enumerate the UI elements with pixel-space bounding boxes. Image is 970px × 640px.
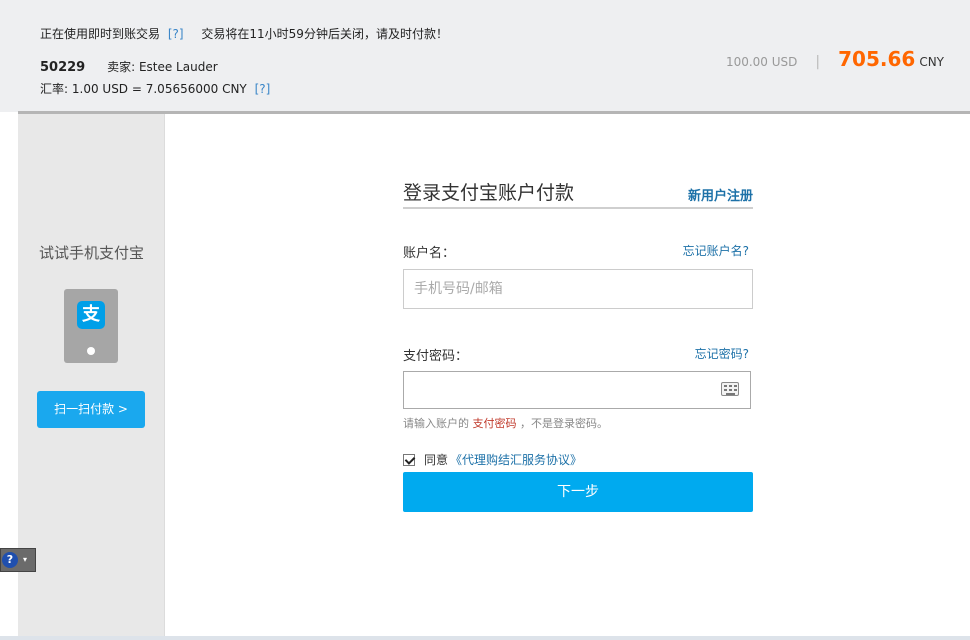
- hint-suffix: ，不是登录密码。: [520, 417, 608, 430]
- trade-info-line: 正在使用即时到账交易 [?] 交易将在11小时59分钟后关闭，请及时付款！: [40, 25, 448, 42]
- title-underline: [403, 207, 753, 209]
- password-hint: 请输入账户的 支付密码 ，不是登录密码。: [403, 415, 608, 431]
- forgot-account-link[interactable]: 忘记账户名?: [683, 242, 749, 259]
- rate-label: 汇率:: [40, 82, 69, 96]
- hint-prefix: 请输入账户的: [403, 417, 469, 430]
- seller-name: Estee Lauder: [138, 60, 218, 74]
- keyboard-icon[interactable]: [721, 382, 739, 396]
- chevron-down-icon[interactable]: ▾: [23, 556, 27, 564]
- order-info-line: 50229 卖家: Estee Lauder: [40, 58, 218, 75]
- mobile-pay-panel: 试试手机支付宝 支 扫一扫付款 >: [18, 114, 165, 636]
- next-step-button[interactable]: 下一步: [403, 472, 753, 512]
- register-link[interactable]: 新用户注册: [688, 185, 753, 204]
- trade-type-text: 正在使用即时到账交易: [40, 27, 161, 41]
- rate-help-link[interactable]: [?]: [255, 82, 271, 96]
- forgot-password-link[interactable]: 忘记密码?: [695, 345, 749, 362]
- amount-usd: 100.00 USD: [725, 55, 798, 69]
- exchange-rate-line: 汇率: 1.00 USD = 7.05656000 CNY [?]: [40, 80, 270, 97]
- help-widget[interactable]: ? ▾: [0, 548, 36, 572]
- bottom-strip: [0, 636, 970, 640]
- mobile-pay-title: 试试手机支付宝: [38, 244, 144, 262]
- amount-cny: 705.66: [838, 47, 916, 71]
- password-input[interactable]: [403, 371, 751, 409]
- amount-cny-unit: CNY: [919, 55, 944, 69]
- order-header: 正在使用即时到账交易 [?] 交易将在11小时59分钟后关闭，请及时付款！ 50…: [0, 0, 970, 112]
- seller-label: 卖家:: [107, 60, 136, 74]
- help-question-icon[interactable]: ?: [2, 552, 18, 568]
- account-label: 账户名：: [403, 246, 456, 261]
- phone-home-dot: [87, 347, 95, 355]
- scan-pay-button[interactable]: 扫一扫付款 >: [37, 391, 145, 428]
- order-number: 50229: [40, 60, 86, 75]
- login-title: 登录支付宝账户付款: [403, 182, 575, 204]
- phone-icon: 支: [64, 289, 118, 363]
- hint-highlight: 支付密码: [472, 417, 517, 430]
- amount-separator: |: [815, 54, 821, 70]
- agreement-row: 同意 《代理购结汇服务协议》: [403, 451, 582, 468]
- trade-help-link[interactable]: [?]: [168, 27, 184, 41]
- alipay-logo-icon: 支: [77, 301, 105, 329]
- close-notice-text: 交易将在11小时59分钟后关闭，请及时付款！: [201, 27, 448, 41]
- password-label: 支付密码：: [403, 349, 469, 364]
- agreement-link[interactable]: 《代理购结汇服务协议》: [450, 451, 582, 468]
- rate-value: 1.00 USD = 7.05656000 CNY: [71, 82, 247, 96]
- agree-checkbox[interactable]: [403, 453, 415, 466]
- agree-text: 同意: [424, 453, 449, 467]
- account-input[interactable]: [403, 269, 753, 309]
- payment-amount: 100.00 USD | 705.66 CNY: [726, 47, 944, 71]
